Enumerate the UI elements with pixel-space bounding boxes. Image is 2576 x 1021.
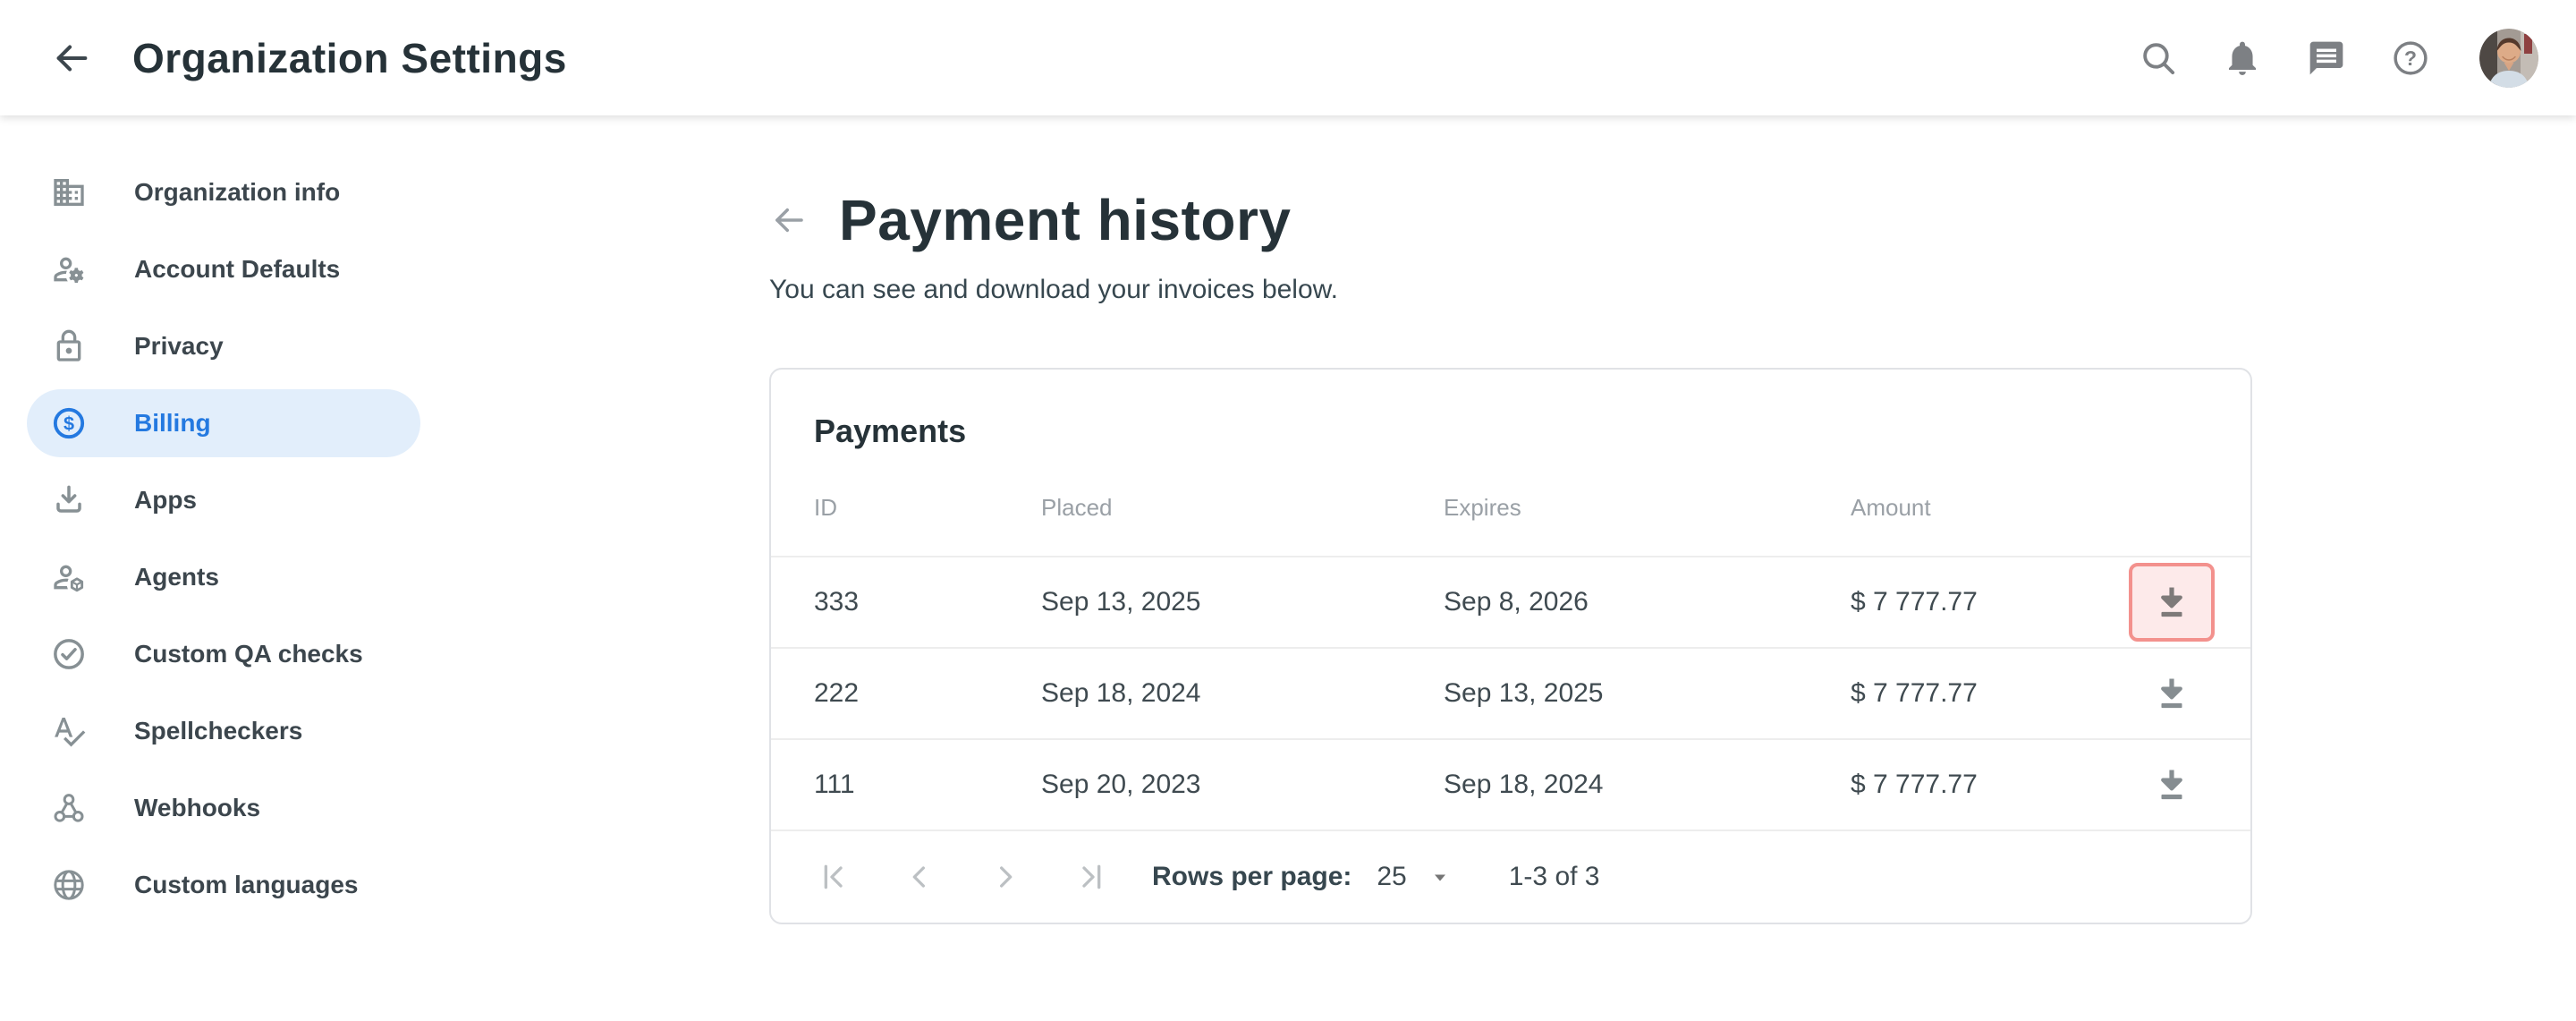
download-invoice-button[interactable] [2129, 563, 2215, 642]
back-arrow-icon[interactable] [47, 33, 97, 83]
page-back-arrow-icon[interactable] [769, 200, 809, 240]
sidebar-item-apps[interactable]: Apps [27, 466, 420, 534]
sidebar-item-privacy[interactable]: Privacy [27, 312, 420, 380]
payments-card-title: Payments [771, 370, 2250, 459]
column-header-expires: Expires [1444, 494, 1851, 522]
help-icon[interactable]: ? [2390, 38, 2431, 79]
cell-placed: Sep 13, 2025 [1041, 587, 1444, 617]
table-row: 333 Sep 13, 2025 Sep 8, 2026 $ 7 777.77 [771, 556, 2250, 647]
first-page-icon[interactable] [814, 857, 853, 897]
pagination-range: 1-3 of 3 [1509, 862, 1600, 892]
download-icon [51, 482, 87, 518]
sidebar-item-organization-info[interactable]: Organization info [27, 158, 420, 226]
cell-placed: Sep 20, 2023 [1041, 770, 1444, 800]
cell-amount: $ 7 777.77 [1851, 678, 2100, 709]
table-pagination: Rows per page: 25 1-3 of 3 [771, 830, 2250, 923]
sidebar-item-label: Privacy [134, 332, 224, 361]
sidebar-item-label: Spellcheckers [134, 717, 302, 745]
sidebar-item-label: Organization info [134, 178, 340, 207]
payments-card: Payments ID Placed Expires Amount 333 Se… [769, 368, 2252, 924]
next-page-icon[interactable] [986, 857, 1025, 897]
globe-icon [51, 867, 87, 903]
table-row: 111 Sep 20, 2023 Sep 18, 2024 $ 7 777.77 [771, 738, 2250, 830]
download-invoice-button[interactable] [2129, 654, 2215, 733]
last-page-icon[interactable] [1072, 857, 1111, 897]
sidebar-item-label: Agents [134, 563, 219, 591]
chevron-down-icon[interactable] [1427, 864, 1453, 890]
page-subtitle: You can see and download your invoices b… [769, 275, 2576, 305]
settings-sidebar: Organization info Account Defaults Priva… [0, 115, 447, 1021]
svg-text:?: ? [2404, 47, 2417, 70]
svg-text:$: $ [64, 413, 74, 435]
sidebar-item-label: Billing [134, 409, 211, 438]
sidebar-item-account-defaults[interactable]: Account Defaults [27, 235, 420, 303]
rows-per-page-label: Rows per page: [1152, 862, 1352, 892]
cell-expires: Sep 18, 2024 [1444, 770, 1851, 800]
column-header-placed: Placed [1041, 494, 1444, 522]
webhook-icon [51, 790, 87, 826]
previous-page-icon[interactable] [900, 857, 939, 897]
cell-expires: Sep 13, 2025 [1444, 678, 1851, 709]
column-header-amount: Amount [1851, 494, 2100, 522]
cell-expires: Sep 8, 2026 [1444, 587, 1851, 617]
spellcheck-icon [51, 713, 87, 749]
search-icon[interactable] [2138, 38, 2179, 79]
cell-id: 111 [814, 770, 1041, 800]
cell-placed: Sep 18, 2024 [1041, 678, 1444, 709]
sidebar-item-custom-languages[interactable]: Custom languages [27, 851, 420, 919]
sidebar-item-label: Custom languages [134, 871, 358, 899]
bell-icon[interactable] [2222, 38, 2263, 79]
payments-table-header: ID Placed Expires Amount [771, 459, 2250, 556]
sidebar-item-label: Webhooks [134, 794, 260, 822]
sidebar-item-custom-qa-checks[interactable]: Custom QA checks [27, 620, 420, 688]
chat-icon[interactable] [2306, 38, 2347, 79]
top-app-bar: Organization Settings ? [0, 0, 2576, 115]
page-body: Organization info Account Defaults Priva… [0, 115, 2576, 1021]
check-circle-icon [51, 636, 87, 672]
lock-icon [51, 328, 87, 364]
column-header-id: ID [814, 494, 1041, 522]
sidebar-item-label: Custom QA checks [134, 640, 363, 668]
download-invoice-button[interactable] [2129, 745, 2215, 824]
cell-id: 333 [814, 587, 1041, 617]
sidebar-item-label: Account Defaults [134, 255, 340, 284]
table-row: 222 Sep 18, 2024 Sep 13, 2025 $ 7 777.77 [771, 647, 2250, 738]
dollar-circle-icon: $ [51, 405, 87, 441]
person-cube-icon [51, 559, 87, 595]
topbar-actions: ? [2138, 29, 2538, 88]
building-icon [51, 174, 87, 210]
page-header: Payment history [769, 187, 2576, 253]
sidebar-item-webhooks[interactable]: Webhooks [27, 774, 420, 842]
cell-id: 222 [814, 678, 1041, 709]
page-title: Payment history [839, 187, 1291, 253]
person-gear-icon [51, 251, 87, 287]
cell-amount: $ 7 777.77 [1851, 770, 2100, 800]
app-title: Organization Settings [132, 34, 567, 82]
user-avatar[interactable] [2479, 29, 2538, 88]
sidebar-item-agents[interactable]: Agents [27, 543, 420, 611]
sidebar-item-spellcheckers[interactable]: Spellcheckers [27, 697, 420, 765]
sidebar-item-billing[interactable]: $ Billing [27, 389, 420, 457]
cell-amount: $ 7 777.77 [1851, 587, 2100, 617]
sidebar-item-label: Apps [134, 486, 197, 515]
main-content: Payment history You can see and download… [447, 115, 2576, 1021]
rows-per-page-select[interactable]: 25 [1377, 862, 1406, 892]
